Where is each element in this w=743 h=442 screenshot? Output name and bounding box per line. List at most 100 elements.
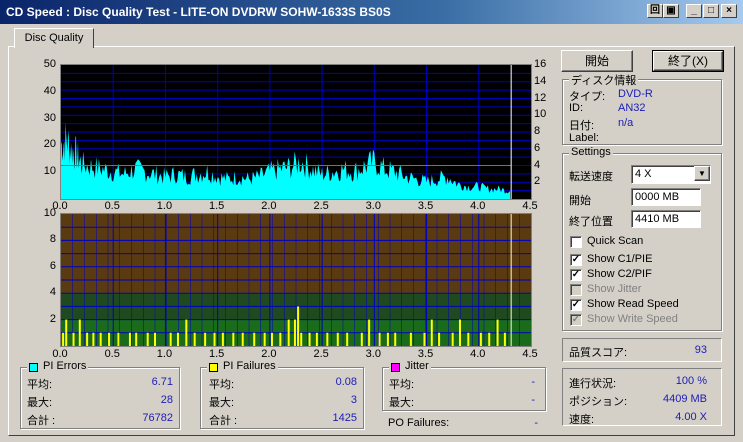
pi-failure-bar: [451, 332, 454, 346]
pi-failure-bar: [270, 332, 273, 346]
pi-failure-bar: [467, 332, 470, 346]
date-label: 日付:: [569, 120, 595, 132]
maximize-button[interactable]: □: [703, 4, 719, 18]
top-y-right-tick: 10: [534, 108, 547, 121]
top-y-left-tick: 30: [43, 111, 56, 124]
top-x-tick: 3.5: [417, 200, 434, 212]
pi-failure-bar: [458, 319, 461, 346]
pi-failures-swatch: [209, 363, 218, 372]
pi-failures-total-label: 合計 :: [209, 415, 238, 427]
restore-icon[interactable]: 回: [647, 4, 663, 18]
top-y-right-tick: 12: [534, 91, 547, 104]
bottom-y-tick: 8: [49, 233, 56, 246]
pi-failure-bar: [279, 332, 282, 346]
pi-errors-total-label: 合計 :: [27, 415, 56, 427]
speed-select[interactable]: 4 X ▼: [631, 165, 711, 184]
settings-group: Settings 転送速度 4 X ▼ 開始 0000 MB 終了位置 4410…: [562, 146, 722, 331]
progress-panel: 進行状況: 100 % ポジション: 4409 MB 速度: 4.00 X: [562, 368, 722, 426]
pi-failures-total: 1425: [332, 412, 357, 424]
speed-readout-value: 4.00 X: [675, 411, 707, 423]
minimize-button[interactable]: _: [686, 4, 702, 18]
bottom-x-tick: 0.0: [52, 348, 68, 360]
pi-failure-bar: [479, 332, 482, 346]
pi-failure-bar: [86, 332, 89, 346]
pi-failure-bar: [293, 319, 296, 346]
quality-score-value: 93: [694, 344, 707, 356]
bottom-x-tick: 2.5: [313, 348, 329, 360]
start-field[interactable]: 0000 MB: [631, 188, 701, 206]
start-button[interactable]: 開始: [561, 50, 633, 72]
pi-failures-avg: 0.08: [335, 376, 357, 388]
pi-failure-bar: [368, 319, 371, 346]
title-bar: CD Speed : Disc Quality Test - LITE-ON D…: [0, 0, 743, 24]
top-y-right-tick: 16: [534, 58, 547, 70]
type-value: DVD-R: [618, 88, 653, 100]
chevron-down-icon[interactable]: ▼: [694, 166, 710, 181]
jitter-swatch: [391, 363, 400, 372]
quality-score-label: 品質スコア:: [569, 347, 628, 359]
pi-failure-bar: [128, 332, 131, 346]
po-failures-value: -: [534, 417, 538, 429]
pi-failure-bar: [221, 332, 224, 346]
pi-errors-avg: 6.71: [151, 376, 173, 388]
show-c2-pif-checkbox[interactable]: ✓: [570, 269, 582, 281]
page-icon[interactable]: ▣: [663, 4, 679, 18]
bottom-x-tick: 1.0: [156, 348, 173, 360]
progress-label: 進行状況:: [569, 378, 617, 390]
pi-failure-bar: [154, 332, 156, 346]
quick-scan-checkbox[interactable]: [570, 236, 582, 248]
quality-score-panel: 品質スコア: 93: [562, 338, 722, 362]
pi-failure-bar: [503, 332, 506, 346]
top-x-tick: 4.5: [522, 200, 538, 212]
bottom-y-tick: 6: [49, 259, 56, 272]
progress-value: 100 %: [675, 375, 707, 387]
top-x-tick: 0.5: [104, 200, 120, 212]
pi-failure-bar: [287, 319, 290, 346]
pi-failure-bar: [326, 332, 329, 346]
pi-failure-bar: [378, 332, 381, 346]
top-y-left-tick: 40: [43, 84, 56, 97]
stop-button[interactable]: 終了(X): [652, 50, 724, 72]
pi-failure-bar: [438, 332, 441, 346]
top-x-tick: 4.0: [470, 200, 486, 212]
top-x-tick: 3.0: [365, 200, 381, 212]
pi-errors-swatch: [29, 363, 38, 372]
pi-errors-max: 28: [160, 394, 173, 406]
show-c2-pif-label: Show C2/PIF: [587, 268, 652, 280]
pi-failure-bar: [394, 332, 397, 346]
pi-failure-bar: [297, 306, 300, 346]
pi-failure-bar: [488, 332, 491, 346]
pi-failure-bar: [263, 332, 266, 346]
disc-info-group: ディスク情報 タイプ: DVD-R ID: AN32 日付: n/a Label…: [562, 72, 722, 145]
pi-failure-bar: [430, 319, 433, 346]
pi-failure-bar: [72, 332, 75, 346]
end-field[interactable]: 4410 MB: [631, 210, 701, 228]
pi-failure-bar: [135, 332, 138, 346]
show-read-speed-label: Show Read Speed: [587, 298, 679, 310]
pi-errors-total: 76782: [142, 412, 173, 424]
top-y-left-tick: 50: [43, 58, 56, 70]
jitter-avg-label: 平均:: [389, 379, 415, 391]
id-label: ID:: [569, 102, 584, 114]
show-write-speed-checkbox: ✓: [570, 314, 582, 326]
pi-failure-bar: [185, 319, 188, 346]
pi-failure-bar: [386, 332, 389, 346]
tab-disc-quality[interactable]: Disc Quality: [14, 28, 94, 48]
bottom-x-tick: 4.0: [470, 348, 486, 360]
close-button[interactable]: ×: [721, 4, 737, 18]
jitter-max-label: 最大:: [389, 397, 415, 409]
pi-failure-bar: [241, 332, 244, 346]
pi-failure-bar: [146, 332, 149, 346]
jitter-group: Jitter 平均: - 最大: -: [382, 360, 546, 411]
bottom-x-tick: 3.5: [417, 348, 434, 360]
top-y-left-tick: 10: [43, 165, 56, 178]
pi-failure-bar: [108, 332, 111, 346]
start-label: 開始: [569, 195, 591, 207]
show-c1-pie-checkbox[interactable]: ✓: [570, 254, 582, 266]
end-label: 終了位置: [569, 216, 613, 228]
jitter-max: -: [531, 394, 535, 406]
pi-failure-bar: [169, 332, 172, 346]
pi-failures-max: 3: [350, 394, 357, 406]
show-read-speed-checkbox[interactable]: ✓: [570, 299, 582, 311]
label-label: Label:: [569, 132, 599, 144]
